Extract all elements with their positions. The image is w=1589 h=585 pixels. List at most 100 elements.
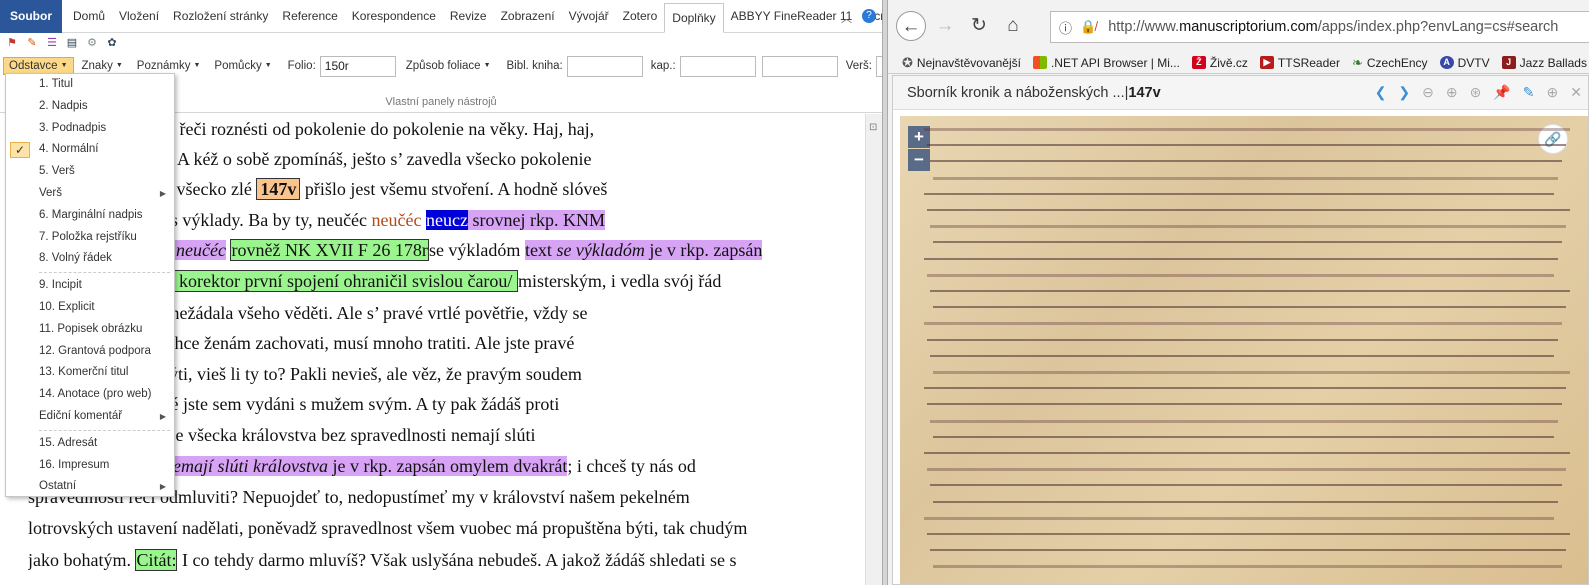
menu-item-adresat[interactable]: 15. Adresát	[6, 433, 174, 455]
maximize-icon[interactable]: ⊕	[1547, 84, 1559, 101]
rotate-right-icon[interactable]: ⊛	[1470, 84, 1482, 101]
bookmark-jazz-ballads[interactable]: J Jazz Ballads	[1501, 56, 1587, 70]
reload-button[interactable]: ↻	[964, 11, 994, 41]
citation-highlight[interactable]: Citát:	[135, 549, 178, 571]
collapse-ribbon-icon[interactable]: ︿	[841, 10, 852, 26]
manuscript-script-line	[927, 209, 1570, 211]
tool-icon-3[interactable]: ☰	[45, 36, 59, 50]
menu-item-nadpis[interactable]: 2. Nadpis	[6, 96, 174, 118]
tool-icon-1[interactable]: ⚑	[5, 36, 19, 50]
tab-domu[interactable]: Domů	[66, 0, 112, 33]
tool-icon-2[interactable]: ✎	[25, 36, 39, 50]
menu-item-normalni[interactable]: ✓ 4. Normální	[6, 139, 174, 161]
close-icon[interactable]: ✕	[1570, 84, 1582, 101]
menu-item-polozka-rejstriku[interactable]: 7. Položka rejstříku	[6, 227, 174, 249]
menu-item-titul[interactable]: 1. Titul	[6, 74, 174, 96]
bookmark-nejnavstevovanejsi[interactable]: ✪ Nejnavštěvovanější	[902, 55, 1021, 71]
word-window: Soubor Domů Vložení Rozložení stránky Re…	[0, 0, 882, 585]
tab-rozlozeni[interactable]: Rozložení stránky	[166, 0, 275, 33]
tab-korespondence[interactable]: Korespondence	[345, 0, 443, 33]
dvtv-icon: A	[1439, 56, 1454, 69]
leaf-icon: ❧	[1351, 54, 1363, 70]
pin-icon[interactable]: 📌	[1493, 84, 1510, 101]
bookmark-net-api[interactable]: .NET API Browser | Mi...	[1032, 55, 1180, 70]
bookmark-czechency[interactable]: ❧ CzechEncy	[1352, 55, 1428, 71]
forward-button[interactable]: →	[930, 11, 960, 41]
tab-vyvojar[interactable]: Vývojář	[562, 0, 616, 33]
folio-field[interactable]	[319, 55, 396, 77]
annotation-highlight[interactable]: srovnej rkp. KNM	[467, 210, 605, 230]
zpusob-foliace-dropdown[interactable]: Způsob foliace ▼	[400, 57, 497, 75]
folio-marker[interactable]: 147v	[256, 178, 301, 200]
menu-item-incipit[interactable]: 9. Incipit	[6, 275, 174, 297]
menu-item-ostatni[interactable]: Ostatní ▶	[6, 476, 174, 498]
kap-field[interactable]	[679, 55, 756, 77]
comment-highlight[interactable]: rovněž NK XVII F 26 178r	[230, 239, 429, 261]
menu-item-vers-submenu[interactable]: Verš ▶	[6, 183, 174, 205]
help-icon[interactable]: ?	[862, 9, 876, 23]
tab-doplnky[interactable]: Doplňky	[664, 2, 724, 33]
menu-item-impresum[interactable]: 16. Impresum	[6, 455, 174, 477]
tab-zotero[interactable]: Zotero	[616, 0, 665, 33]
annotation-highlight[interactable]: text	[524, 240, 557, 260]
insecure-lock-icon: 🔒̸	[1080, 19, 1097, 34]
menu-item-komercni-titul[interactable]: 13. Komerční titul	[6, 362, 174, 384]
bookmarks-bar: ✪ Nejnavštěvovanější .NET API Browser | M…	[888, 52, 1589, 74]
tab-soubor[interactable]: Soubor	[0, 0, 62, 33]
bibl-kniha-field[interactable]	[566, 55, 643, 77]
quick-tools-row: ⚑ ✎ ☰ ▤ ⚙ ✿	[0, 33, 882, 53]
poznamky-label: Poznámky	[136, 60, 191, 72]
annotation-highlight[interactable]: je v rkp. zapsán	[644, 240, 763, 260]
next-page-icon[interactable]: ❯	[1398, 84, 1410, 101]
kap-extra-field[interactable]	[761, 55, 838, 77]
tool-icon-4[interactable]: ▤	[65, 36, 79, 50]
tab-abbyy[interactable]: ABBYY FineReader 11	[724, 0, 860, 33]
menu-item-popisek-obrazku[interactable]: 11. Popisek obrázku	[6, 319, 174, 341]
prev-page-icon[interactable]: ❮	[1375, 84, 1387, 101]
menu-item-podnadpis[interactable]: 3. Podnadpis	[6, 118, 174, 140]
tts-icon: ▶	[1259, 56, 1274, 69]
bookmark-dvtv[interactable]: A DVTV	[1439, 56, 1490, 70]
tool-icon-5[interactable]: ⚙	[85, 36, 99, 50]
tab-zobrazeni[interactable]: Zobrazení	[494, 0, 562, 33]
bookmark-label: .NET API Browser | Mi...	[1050, 55, 1180, 70]
bookmark-label: Živě.cz	[1209, 55, 1248, 70]
address-bar[interactable]: ⓘ 🔒̸ http://www. manuscriptorium.com/apps…	[1050, 11, 1589, 43]
ruler-marker-icon: ⊡	[869, 122, 878, 133]
menu-item-label: 3. Podnadpis	[39, 121, 107, 134]
home-button[interactable]: ⌂	[998, 11, 1028, 41]
menu-item-grantova-podpora[interactable]: 12. Grantová podpora	[6, 341, 174, 363]
menu-item-marginalni-nadpis[interactable]: 6. Marginální nadpis	[6, 205, 174, 227]
menu-item-explicit[interactable]: 10. Explicit	[6, 297, 174, 319]
doc-text: ; i chceš ty nás od	[567, 456, 696, 476]
info-icon[interactable]: ⓘ	[1059, 18, 1072, 37]
menu-item-edicni-komentar[interactable]: Ediční komentář ▶	[6, 406, 174, 428]
bookmark-zive[interactable]: Ž Živě.cz	[1191, 55, 1248, 70]
menu-item-anotace[interactable]: 14. Anotace (pro web)	[6, 384, 174, 406]
manuscript-script-line	[930, 419, 1558, 423]
tab-vlozeni[interactable]: Vložení	[112, 0, 166, 33]
bookmark-ttsreader[interactable]: ▶ TTSReader	[1259, 56, 1340, 70]
back-button[interactable]: ←	[896, 11, 926, 41]
annotation-highlight[interactable]: se výkladóm	[556, 240, 645, 260]
menu-item-label: 14. Anotace (pro web)	[39, 388, 152, 401]
doc-text: přišlo jest všemu stvoření. A hodně slóv…	[300, 179, 608, 199]
manuscript-script-line	[927, 533, 1570, 535]
manuscript-script-line	[924, 128, 1570, 131]
zoom-out-button[interactable]: −	[908, 149, 930, 171]
menu-item-vers[interactable]: 5. Verš	[6, 161, 174, 183]
tool-icon-6[interactable]: ✿	[105, 36, 119, 50]
manuscript-script-line	[933, 241, 1562, 244]
tab-revize[interactable]: Revize	[443, 0, 494, 33]
menu-item-volny-radek[interactable]: 8. Volný řádek	[6, 248, 174, 270]
edit-icon[interactable]: ✎	[1523, 84, 1535, 101]
variant-word: neučéc	[371, 210, 422, 230]
up-icon[interactable]: ⊕	[1446, 84, 1458, 101]
pomucky-dropdown[interactable]: Pomůcky ▼	[208, 57, 277, 75]
rotate-left-icon[interactable]: ⊖	[1422, 84, 1434, 101]
manuscript-image[interactable]: + − 🔗	[900, 116, 1588, 584]
annotation-highlight[interactable]: je v rkp. zapsán omylem dvakrát	[327, 456, 568, 476]
tab-reference[interactable]: Reference	[275, 0, 344, 33]
selected-word[interactable]: neucz	[426, 210, 468, 230]
chevron-down-icon: ▼	[483, 62, 491, 70]
